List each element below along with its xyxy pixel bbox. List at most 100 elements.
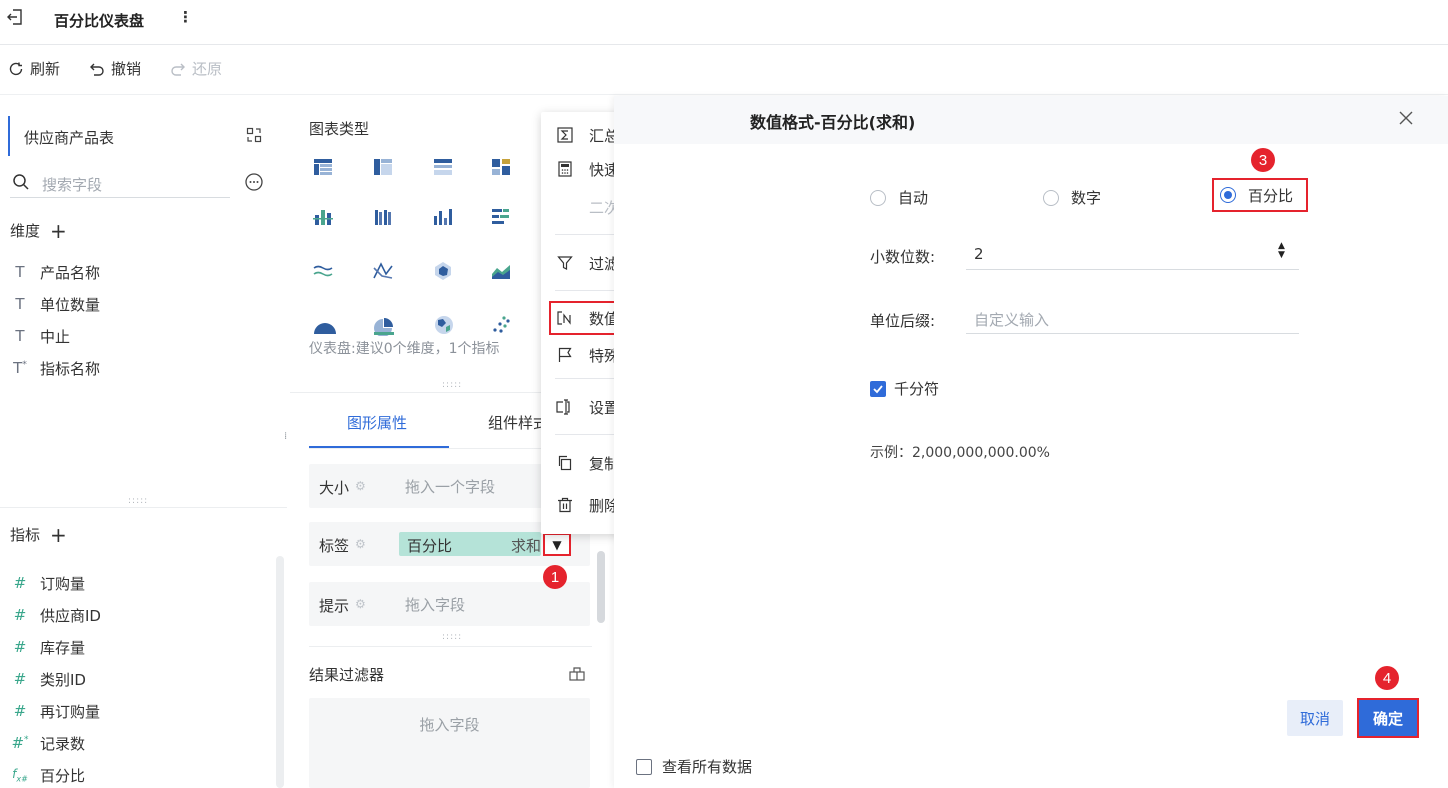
undo-icon <box>88 60 106 78</box>
table-chart-icon[interactable] <box>312 156 334 178</box>
field-scrollbar[interactable] <box>276 556 284 788</box>
line-chart-icon[interactable] <box>312 260 334 282</box>
measure-item[interactable]: # 再订购量 <box>10 695 101 727</box>
step-badge-4: 4 <box>1375 666 1399 690</box>
label-dropdown-button[interactable]: ▼ <box>543 533 571 556</box>
map-chart-icon[interactable] <box>432 314 456 336</box>
panel-splitter[interactable]: ::::: <box>442 380 462 390</box>
redo-button[interactable]: 还原 <box>169 58 222 79</box>
size-settings-icon[interactable]: ⚙ <box>355 479 366 493</box>
cancel-button[interactable]: 取消 <box>1287 700 1343 736</box>
top-bar: 百分比仪表盘 ⋮ <box>0 0 1448 45</box>
redo-icon <box>169 60 187 78</box>
tooltip-label: 提示 <box>319 597 350 615</box>
checkbox-unchecked-icon <box>636 758 652 775</box>
number-field-icon: # <box>13 638 27 656</box>
label-field-chip[interactable]: 百分比 求和 <box>399 532 541 556</box>
filter-settings-icon[interactable] <box>568 664 586 682</box>
measure-header: 指标 + <box>10 524 67 545</box>
radar-chart-icon[interactable] <box>432 260 454 282</box>
tab-graph-properties[interactable]: 图形属性 <box>309 396 449 448</box>
undo-button[interactable]: 撤销 <box>88 58 141 79</box>
tooltip-slot[interactable]: 提示 ⚙ 拖入字段 <box>309 582 590 626</box>
panel-splitter[interactable]: ::::: <box>442 632 462 642</box>
radio-circle <box>870 189 886 206</box>
stacked-column-icon[interactable] <box>312 206 334 228</box>
switch-table-icon[interactable] <box>246 127 262 143</box>
card-chart-icon[interactable] <box>490 156 512 178</box>
radar-line-icon[interactable] <box>372 260 394 282</box>
radio-auto[interactable]: 自动 <box>870 187 928 208</box>
chart-hint: 仪表盘:建议0个维度，1个指标 <box>309 338 500 358</box>
field-search[interactable]: 搜索字段 <box>10 168 230 198</box>
measure-item[interactable]: # 类别ID <box>10 663 101 695</box>
label-settings-icon[interactable]: ⚙ <box>355 537 366 551</box>
label-field-name: 百分比 <box>407 537 453 555</box>
area-chart-icon[interactable] <box>490 260 512 282</box>
confirm-button[interactable]: 确定 <box>1357 698 1419 738</box>
panel-splitter[interactable]: ::::: <box>128 496 148 506</box>
label-label: 标签 <box>319 537 350 555</box>
crosstab-chart-icon[interactable] <box>372 156 394 178</box>
dimension-item[interactable]: T 单位数量 <box>10 288 100 320</box>
tooltip-settings-icon[interactable]: ⚙ <box>355 597 366 611</box>
sigma-icon <box>555 127 575 143</box>
redo-label: 还原 <box>192 60 223 78</box>
detail-table-icon[interactable] <box>432 156 454 178</box>
calculator-icon <box>555 161 575 177</box>
number-format-dialog: 数值格式-百分比(求和) 自动 数字 百分比 3 小数位数: 2 ▲ ▼ 单位后缀… <box>614 96 1448 788</box>
field-panel: 供应商产品表 搜索字段 维度 + T 产品名称 T 单位数量 T 中止 T* 指标名称 … <box>0 96 287 788</box>
measure-item[interactable]: #* 记录数 <box>10 727 101 759</box>
divider <box>0 507 287 508</box>
scatter-chart-icon[interactable] <box>490 314 512 336</box>
dimension-item[interactable]: T 中止 <box>10 320 100 352</box>
formula-field-icon: fx# <box>12 766 28 784</box>
divider <box>309 646 592 647</box>
filter-icon <box>555 255 575 271</box>
tooltip-drop-target[interactable]: 拖入字段 <box>405 594 465 615</box>
column-chart-icon[interactable] <box>432 206 454 228</box>
close-icon[interactable] <box>1398 110 1414 126</box>
measure-item[interactable]: # 库存量 <box>10 631 101 663</box>
result-filter-drop[interactable]: 拖入字段 <box>309 698 590 788</box>
add-dimension-icon[interactable]: + <box>50 221 67 241</box>
suffix-input[interactable]: 自定义输入 <box>966 300 1299 334</box>
view-all-checkbox[interactable]: 查看所有数据 <box>636 756 752 777</box>
thousands-checkbox[interactable]: 千分符 <box>870 378 939 399</box>
dimension-item[interactable]: T* 指标名称 <box>10 352 100 384</box>
decimals-stepper[interactable]: 2 ▲ ▼ <box>966 236 1299 270</box>
kebab-icon[interactable]: ⋮ <box>178 8 193 26</box>
panel-resize-handle[interactable]: ⁞ <box>284 432 287 442</box>
radio-percent[interactable]: 百分比 <box>1212 178 1308 212</box>
table-selector[interactable]: 供应商产品表 <box>8 116 272 156</box>
trash-icon <box>555 497 575 513</box>
size-drop-target[interactable]: 拖入一个字段 <box>405 476 495 497</box>
grouped-column-icon[interactable] <box>372 206 394 228</box>
step-badge-1: 1 <box>543 565 567 589</box>
text-calc-field-icon: T* <box>13 359 27 377</box>
more-options-icon[interactable] <box>244 172 264 192</box>
exit-icon[interactable] <box>6 8 24 26</box>
refresh-button[interactable]: 刷新 <box>7 58 60 79</box>
pie-chart-icon[interactable] <box>372 314 396 336</box>
config-scrollbar[interactable] <box>597 551 605 623</box>
number-field-icon: # <box>13 670 27 688</box>
decimals-value: 2 <box>974 245 984 263</box>
size-label: 大小 <box>319 479 350 497</box>
search-icon <box>12 173 30 191</box>
measure-item[interactable]: # 供应商ID <box>10 599 101 631</box>
stepper-arrows-icon[interactable]: ▲ ▼ <box>1278 242 1285 260</box>
measure-item[interactable]: fx# 百分比 <box>10 759 101 788</box>
caret-down-icon: ▼ <box>552 537 562 552</box>
toolbar: 刷新 撤销 还原 <box>0 45 1448 95</box>
text-field-icon: T <box>15 295 25 313</box>
radio-number[interactable]: 数字 <box>1043 187 1101 208</box>
rename-icon <box>555 399 575 415</box>
add-measure-icon[interactable]: + <box>50 525 67 545</box>
bar-chart-icon[interactable] <box>490 206 512 228</box>
measure-item[interactable]: # 订购量 <box>10 567 101 599</box>
dimension-item[interactable]: T 产品名称 <box>10 256 100 288</box>
text-field-icon: T <box>15 263 25 281</box>
search-input[interactable]: 搜索字段 <box>42 174 102 195</box>
gauge-chart-icon[interactable] <box>312 314 338 336</box>
